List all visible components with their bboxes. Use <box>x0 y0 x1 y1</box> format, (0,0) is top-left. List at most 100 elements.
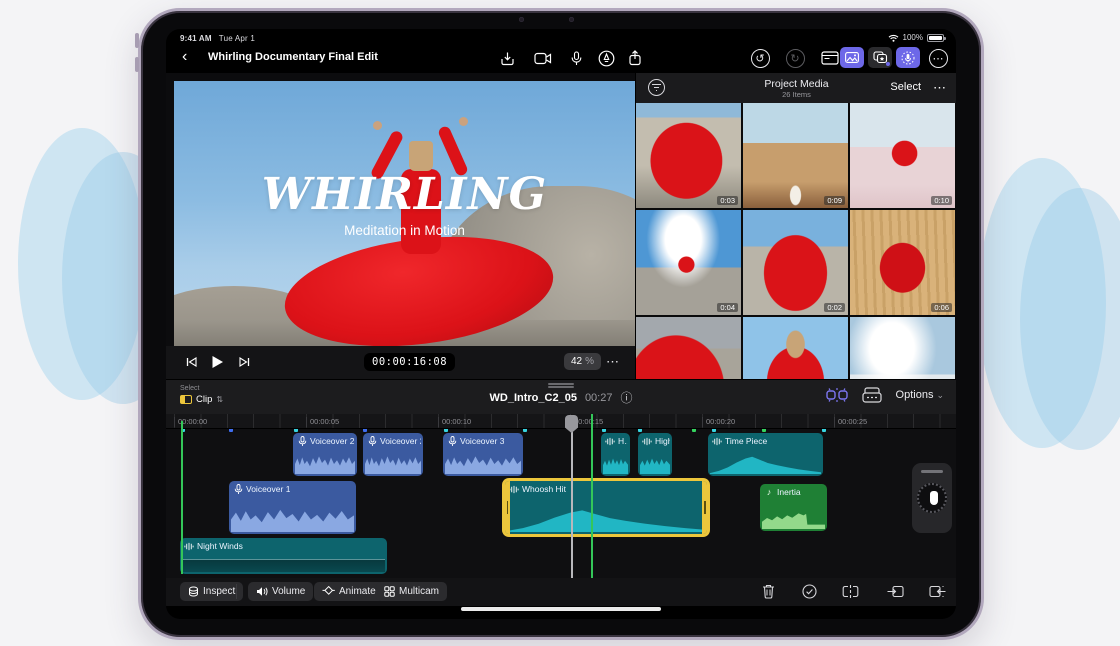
voiceover-button[interactable] <box>896 47 920 68</box>
jog-wheel-panel[interactable] <box>912 463 952 533</box>
timeline-clip-whoosh-hit[interactable]: Whoosh Hit <box>505 481 707 534</box>
thumbnail-duration: 0:09 <box>824 196 845 205</box>
trim-handle[interactable] <box>704 501 706 514</box>
info-icon[interactable]: ⓘ <box>620 389 632 406</box>
audio-waveform <box>231 504 354 532</box>
clip-marker <box>444 429 448 432</box>
clip-label: Whoosh Hit <box>522 484 566 494</box>
timeline-tracks[interactable]: Voiceover 2 Voiceover 2 Voiceover 3 H… High…… <box>166 429 956 578</box>
ruler-label: 00:00:20 <box>702 417 735 427</box>
clock: 9:41 AMTue Apr 1 <box>180 34 255 43</box>
audio-waveform <box>295 452 355 474</box>
panel-drag-handle[interactable] <box>548 383 574 388</box>
media-browser-button[interactable] <box>840 47 864 68</box>
camera-button[interactable] <box>533 48 553 68</box>
media-thumbnail[interactable]: 0:06 <box>850 210 955 315</box>
media-thumbnail[interactable] <box>743 317 848 379</box>
media-more-button[interactable]: ⋯ <box>933 80 947 96</box>
clip-label: High… <box>655 436 670 446</box>
jog-drag-handle[interactable] <box>921 470 943 473</box>
video-preview[interactable]: WHIRLING Meditation in Motion <box>174 81 635 346</box>
mic-icon <box>367 436 377 446</box>
media-thumbnail[interactable]: 0:10 <box>850 103 955 208</box>
media-thumbnail[interactable]: 0:09 <box>743 103 848 208</box>
animate-button[interactable]: Animate <box>314 582 384 601</box>
selected-clip-name: WD_Intro_C2_05 <box>490 392 577 404</box>
pencil-button[interactable] <box>596 48 616 68</box>
timeline-clip-high-[interactable]: High… <box>638 433 672 476</box>
volume-button-dock[interactable]: Volume <box>248 582 313 601</box>
import-button[interactable] <box>497 48 517 68</box>
magnetic-timeline-icon[interactable] <box>826 387 848 403</box>
timeline-ruler[interactable]: 00:00:0000:00:0500:00:1000:00:1500:00:20… <box>166 414 956 429</box>
skip-to-end-button[interactable] <box>235 354 253 370</box>
clip-marker <box>294 429 298 432</box>
timeline-clip-voiceover-2[interactable]: Voiceover 2 <box>363 433 423 476</box>
insert-clip-button[interactable] <box>886 583 904 600</box>
more-button[interactable]: ⋯ <box>928 48 948 68</box>
media-thumbnail[interactable] <box>850 317 955 379</box>
back-button[interactable]: ‹ <box>182 46 187 68</box>
audio-waveform <box>762 505 825 529</box>
effects-button[interactable] <box>868 47 892 68</box>
timeline-clip-voiceover-3[interactable]: Voiceover 3 <box>443 433 523 476</box>
options-button[interactable]: Options⌄ <box>896 389 944 401</box>
enable-clip-button[interactable] <box>800 583 818 600</box>
top-toolbar: ‹ Whirling Documentary Final Edit ↺ <box>166 44 956 73</box>
viewer-more-button[interactable]: ⋯ <box>606 354 620 370</box>
trim-handle[interactable] <box>507 501 509 514</box>
skip-to-start-button[interactable] <box>182 354 200 370</box>
thumbnail-duration: 0:03 <box>717 196 738 205</box>
timeline-clip-inertia[interactable]: ♪Inertia <box>760 484 827 531</box>
redo-button[interactable]: ↻ <box>785 48 805 68</box>
media-header: Project Media 26 Items Select ⋯ <box>636 73 956 103</box>
wave-icon <box>184 541 194 551</box>
audio-waveform <box>365 452 421 474</box>
media-thumbnail[interactable]: 0:04 <box>636 210 741 315</box>
playhead-line[interactable] <box>571 416 573 578</box>
timecode-display[interactable]: 00:00:16:08 <box>364 353 455 371</box>
timeline-clip-time-piece[interactable]: Time Piece <box>708 433 823 476</box>
play-button[interactable] <box>208 354 226 370</box>
timeline-clip-h-[interactable]: H… <box>601 433 630 476</box>
home-indicator[interactable] <box>461 607 661 611</box>
multicam-button[interactable]: Multicam <box>376 582 447 601</box>
audio-waveform <box>445 452 521 474</box>
keyframe-diamond-icon <box>322 586 335 597</box>
wave-icon <box>642 436 652 446</box>
jog-dial[interactable] <box>917 483 947 513</box>
ruler-label: 00:00:25 <box>834 417 867 427</box>
ruler-label: 00:00:10 <box>438 417 471 427</box>
effects-badge <box>886 62 890 66</box>
wave-icon <box>712 436 722 446</box>
connect-clip-icon[interactable] <box>862 387 882 403</box>
battery-icon <box>927 34 944 42</box>
timeline-clip-voiceover-1[interactable]: Voiceover 1 <box>229 481 356 534</box>
battery-percent: 100% <box>903 33 923 42</box>
split-clip-button[interactable] <box>841 583 859 600</box>
zoom-level[interactable]: 42% <box>564 353 601 370</box>
browser-layout-button[interactable] <box>820 48 840 68</box>
microphone-button[interactable] <box>566 48 586 68</box>
clip-label: Voiceover 2 <box>310 436 354 446</box>
inspector-icon <box>188 586 199 597</box>
timeline-clip-night-winds[interactable]: Night Winds <box>180 538 387 574</box>
chevron-down-icon: ⌄ <box>936 390 944 400</box>
jog-knob[interactable] <box>930 491 938 505</box>
ruler-label: 00:00:05 <box>306 417 339 427</box>
title-overlay: WHIRLING <box>174 169 635 220</box>
append-clip-button[interactable] <box>928 583 946 600</box>
media-thumbnail[interactable]: 0:02 <box>743 210 848 315</box>
inspect-button[interactable]: Inspect <box>180 582 243 601</box>
share-button[interactable] <box>625 48 645 68</box>
selected-clip-duration: 00:27 <box>585 392 613 404</box>
undo-button[interactable]: ↺ <box>750 48 770 68</box>
delete-button[interactable] <box>759 583 777 600</box>
media-thumbnail[interactable] <box>636 317 741 379</box>
app-screen: 9:41 AMTue Apr 1 100% ‹ Whirling Documen… <box>166 29 956 619</box>
select-button[interactable]: Select <box>890 81 921 93</box>
media-thumbnail[interactable]: 0:03 <box>636 103 741 208</box>
wave-icon <box>605 436 615 446</box>
timeline-clip-voiceover-2[interactable]: Voiceover 2 <box>293 433 357 476</box>
clip-label: Time Piece <box>725 436 767 446</box>
